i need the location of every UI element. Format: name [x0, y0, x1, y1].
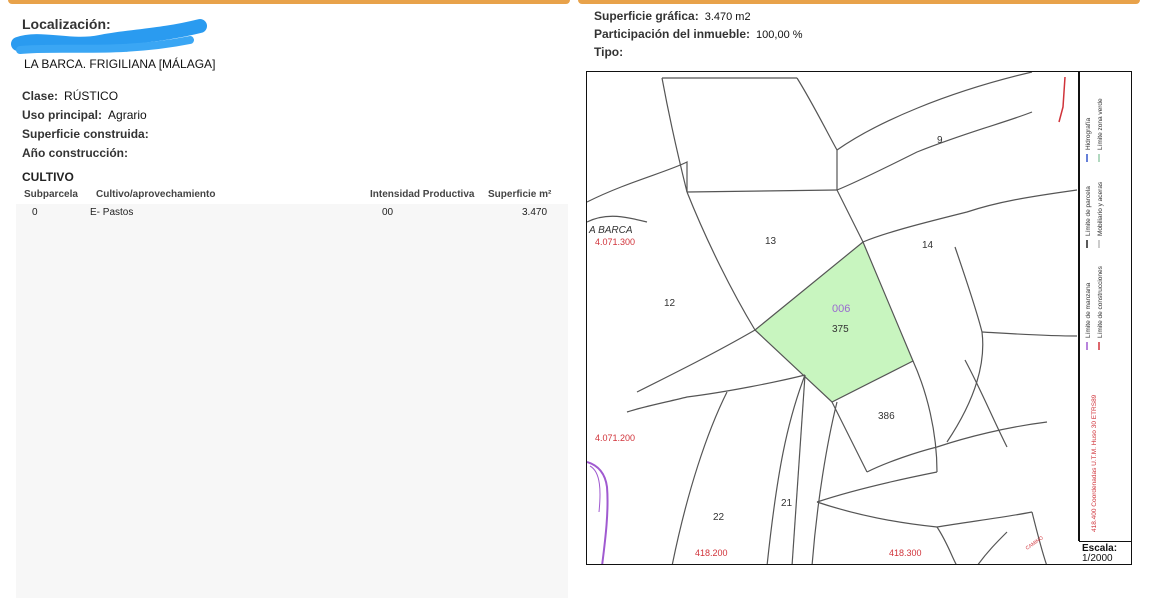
uso-field: Uso principal: Agrario [22, 108, 147, 122]
table-row: 0 E- Pastos 00 3.470 [16, 204, 568, 222]
parcel-code: 006 [832, 303, 850, 315]
th-intensidad: Intensidad Productiva [370, 189, 475, 200]
left-panel: Localización: LA BARCA. FRIGILIANA [MÁLA… [8, 0, 570, 598]
cadastral-map[interactable]: A BARCA 4.071.300 4.071.200 418.200 418.… [586, 71, 1132, 565]
participacion-value: 100,00 % [756, 29, 803, 41]
parcel-21: 21 [781, 498, 793, 509]
parcel-12: 12 [664, 298, 676, 309]
clase-label: Clase: [22, 89, 59, 103]
td-cultivo: E- Pastos [90, 207, 134, 218]
legend-zona-verde: Límite zona verde [1097, 98, 1104, 150]
redaction-scribble [11, 19, 207, 54]
coord-y2: 4.071.200 [595, 433, 635, 443]
th-subparcela: Subparcela [24, 189, 78, 200]
superficie-grafica-value: 3.470 m2 [704, 11, 751, 23]
table-header: Subparcela Cultivo/aprovechamiento Inten… [16, 186, 568, 204]
superficie-construida-field: Superficie construida: [22, 127, 149, 141]
superficie-construida-label: Superficie construida: [22, 127, 149, 141]
localizacion-value: LA BARCA. FRIGILIANA [MÁLAGA] [24, 57, 216, 71]
legend-construcciones: Límite de construcciones [1097, 265, 1104, 338]
coord-x2: 418.300 [889, 548, 922, 558]
legend-coordenadas: 418.400 Coordenadas U.T.M. Huso 30 ETRS8… [1091, 394, 1098, 532]
legend-manzana: Límite de manzana [1085, 282, 1092, 338]
participacion-field: Participación del inmueble: 100,00 % [594, 27, 803, 41]
cultivo-table: Subparcela Cultivo/aprovechamiento Inten… [16, 186, 568, 222]
highlighted-parcel[interactable] [754, 241, 914, 403]
clase-value: RÚSTICO [64, 89, 119, 103]
escala-box: Escala: 1/2000 [1079, 541, 1132, 565]
table-body-area [16, 204, 568, 598]
cultivo-title: CULTIVO [22, 170, 74, 184]
legend-divider [1078, 71, 1080, 541]
superficie-grafica-label: Superficie gráfica: [594, 9, 699, 23]
th-cultivo: Cultivo/aprovechamiento [96, 189, 216, 200]
panel-top-border [578, 0, 1140, 4]
td-superficie: 3.470 [522, 207, 548, 218]
legend-mobiliario: Mobiliario y aceras [1097, 181, 1104, 236]
map-svg: A BARCA 4.071.300 4.071.200 418.200 418.… [587, 72, 1104, 564]
parcel-375: 375 [832, 324, 849, 335]
uso-value: Agrario [108, 108, 147, 122]
participacion-label: Participación del inmueble: [594, 27, 751, 41]
parcel-14: 14 [922, 240, 934, 251]
parcel-386: 386 [878, 411, 895, 422]
coord-y1: 4.071.300 [595, 237, 635, 247]
superficie-grafica-field: Superficie gráfica: 3.470 m2 [594, 9, 751, 23]
legend-hidrografia: Hidrografía [1085, 117, 1092, 150]
td-intensidad: 00 [382, 207, 394, 218]
hidrografia-line [587, 461, 609, 564]
red-boundary-mark [1058, 76, 1066, 123]
tipo-field: Tipo: [594, 45, 623, 59]
anio-field: Año construcción: [22, 146, 128, 160]
coord-x1: 418.200 [695, 548, 728, 558]
uso-label: Uso principal: [22, 108, 103, 122]
parcel-13: 13 [765, 236, 777, 247]
escala-value: 1/2000 [1082, 553, 1113, 564]
th-superficie: Superficie m² [488, 189, 552, 200]
panel-top-border [8, 0, 570, 4]
clase-field: Clase: RÚSTICO [22, 89, 118, 103]
place-label: A BARCA [588, 225, 633, 236]
anio-label: Año construcción: [22, 146, 129, 160]
tipo-label: Tipo: [594, 45, 624, 59]
parcel-9: 9 [937, 135, 943, 146]
parcel-22: 22 [713, 512, 725, 523]
td-subparcela: 0 [32, 207, 38, 218]
legend-parcela: Límite de parcela [1085, 186, 1092, 236]
